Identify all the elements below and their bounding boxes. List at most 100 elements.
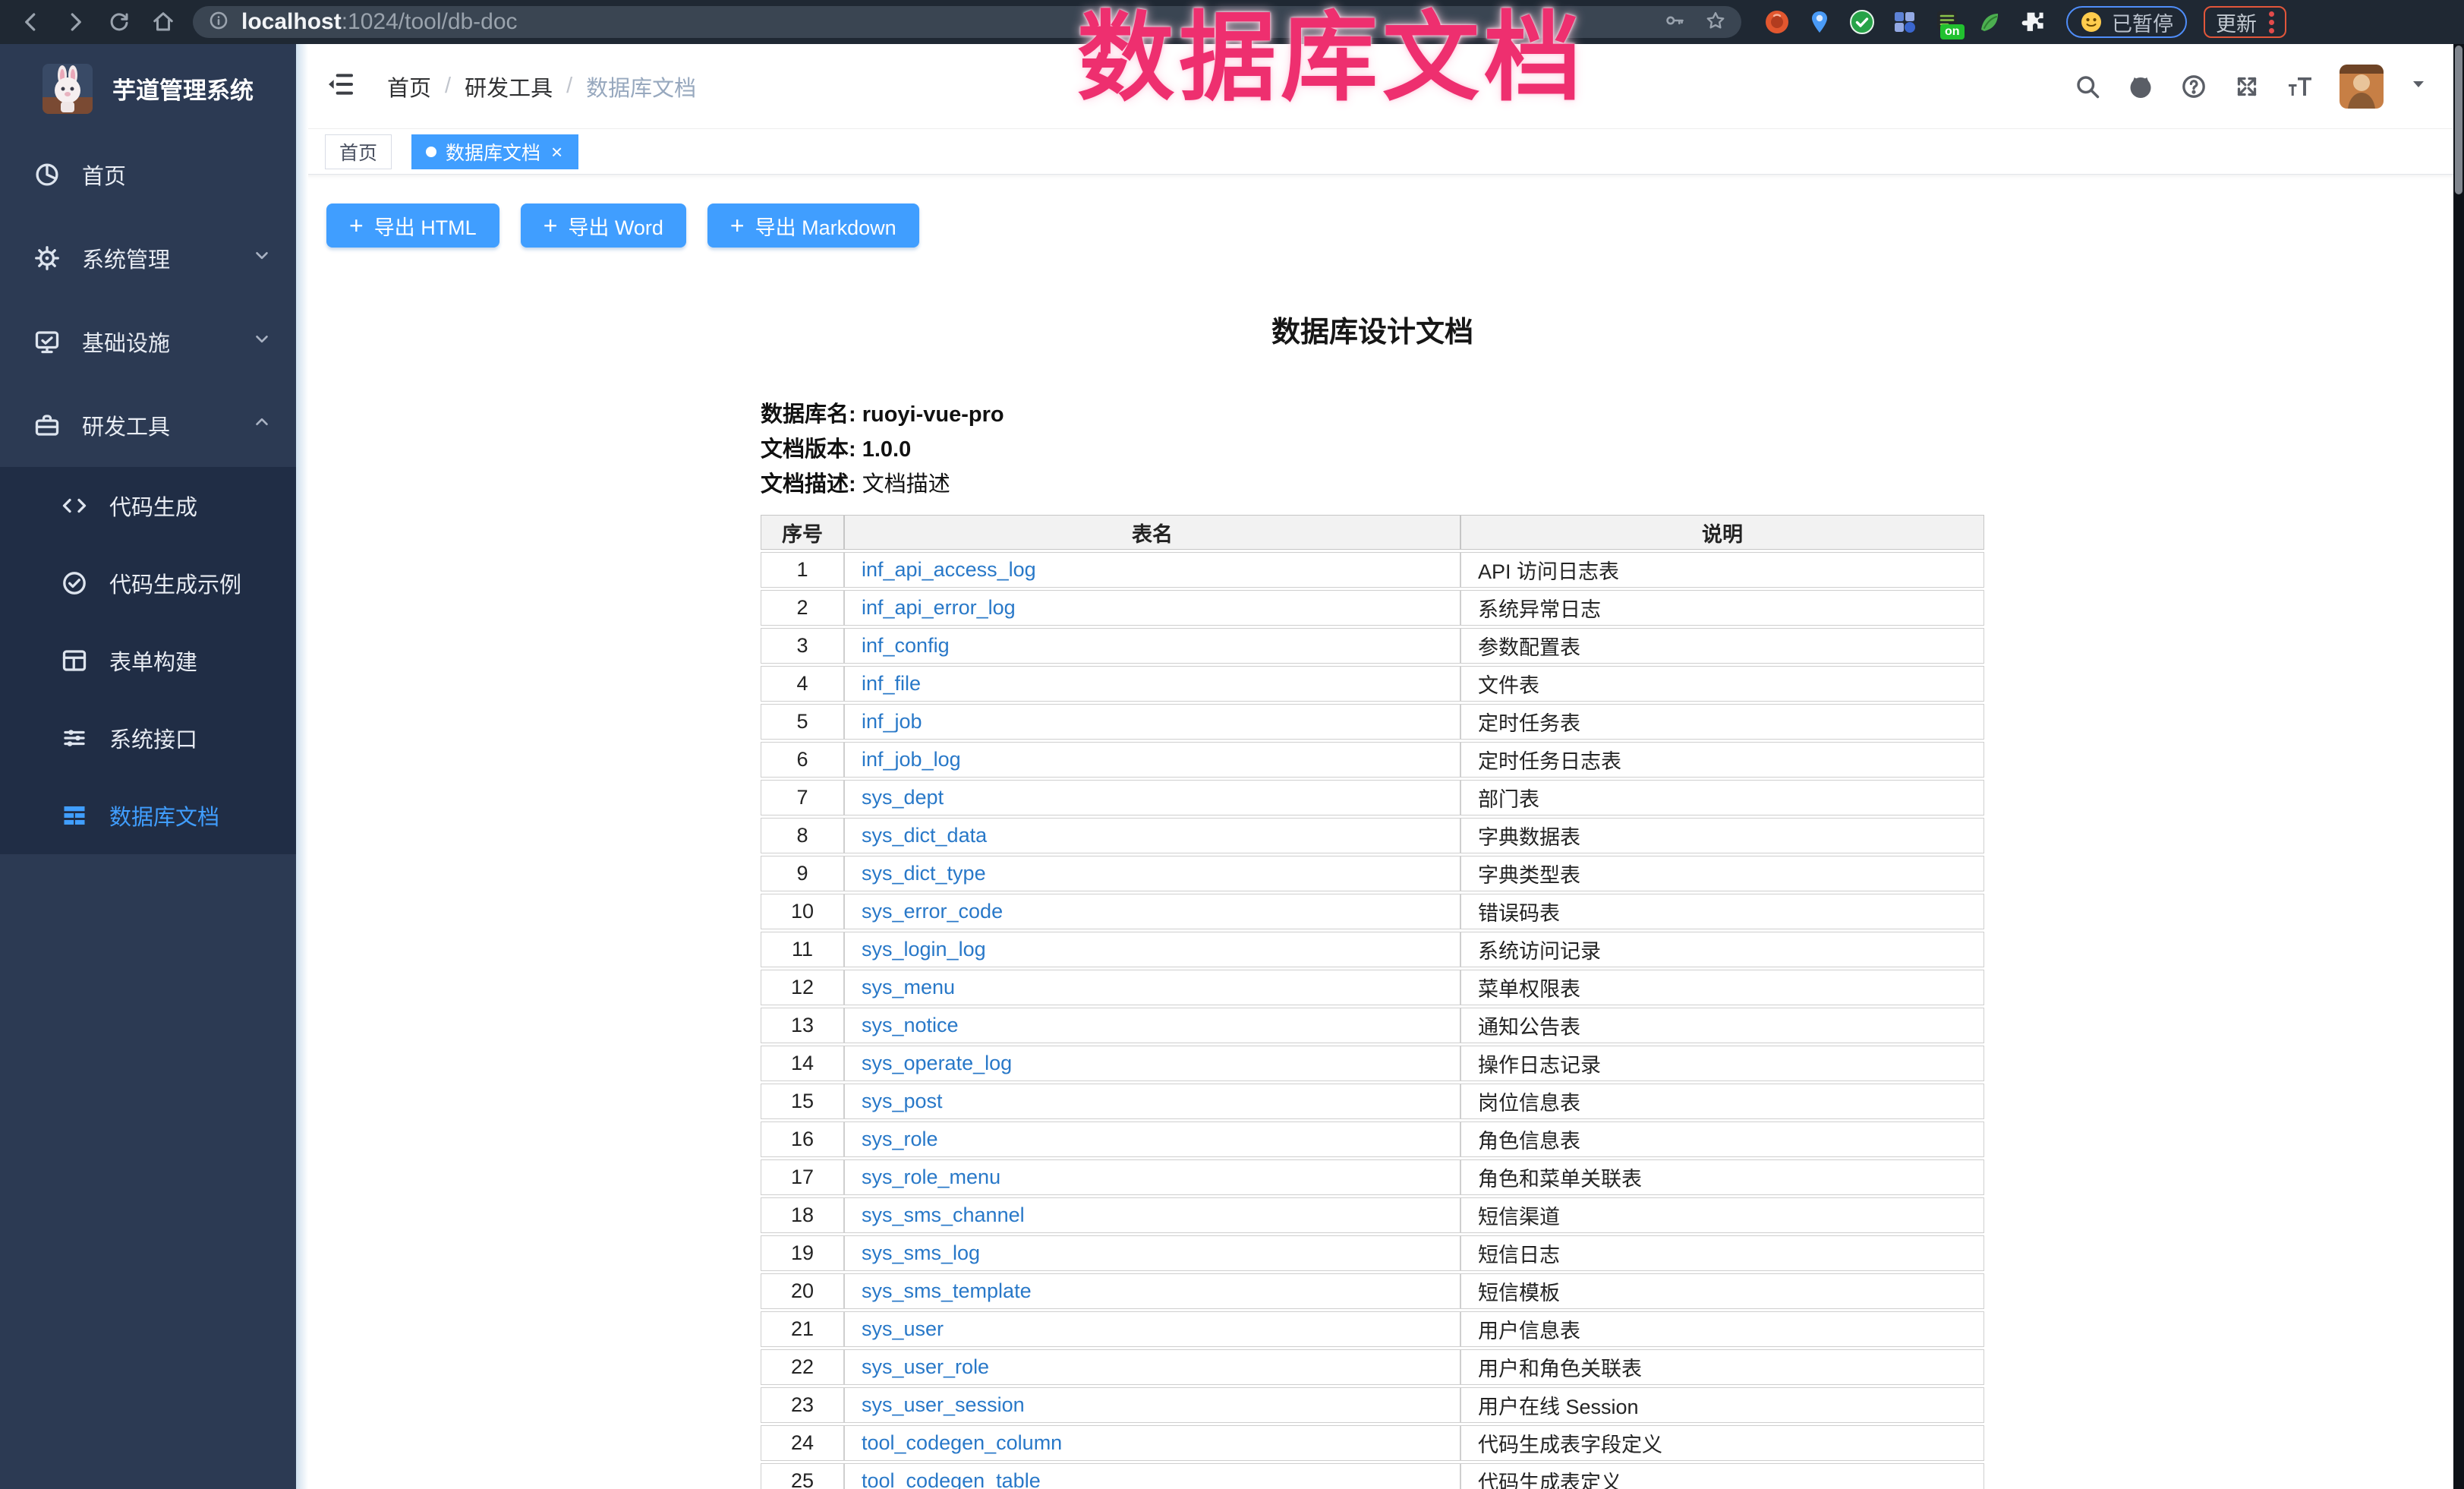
sidebar-item-代码生成示例[interactable]: 代码生成示例 [0,544,296,622]
table-link-sys_sms_template[interactable]: sys_sms_template [862,1279,1032,1302]
grid-extension-icon[interactable] [1892,9,1917,35]
table-link-sys_dict_data[interactable]: sys_dict_data [862,824,987,847]
table-name-cell: sys_operate_log [844,1046,1460,1081]
chevron-down-icon [252,245,272,271]
example-icon [61,569,88,597]
home-button[interactable] [141,4,185,40]
table-link-tool_codegen_table[interactable]: tool_codegen_table [862,1469,1041,1489]
table-link-sys_dict_type[interactable]: sys_dict_type [862,862,986,885]
sidebar-item-基础设施[interactable]: 基础设施 [0,300,296,383]
user-menu-caret-icon[interactable] [2409,75,2428,97]
row-number: 2 [761,590,844,626]
breadcrumb-item-研发工具[interactable]: 研发工具 [465,71,553,103]
sidebar-item-代码生成[interactable]: 代码生成 [0,467,296,544]
export-button-导出 Markdown[interactable]: +导出 Markdown [707,203,919,248]
page-scrollbar[interactable] [2453,44,2464,1489]
table-description-cell: 用户信息表 [1460,1311,1984,1347]
table-link-sys_role[interactable]: sys_role [862,1128,938,1150]
table-link-sys_user_session[interactable]: sys_user_session [862,1393,1025,1416]
update-browser-button[interactable]: 更新 [2204,6,2286,38]
table-link-sys_sms_log[interactable]: sys_sms_log [862,1241,980,1264]
collapse-sidebar-icon[interactable] [325,69,355,103]
avatar[interactable] [2340,65,2384,109]
back-button[interactable] [9,4,53,40]
table-description-cell: 文件表 [1460,666,1984,702]
table-link-inf_job[interactable]: inf_job [862,710,922,733]
table-link-sys_post[interactable]: sys_post [862,1090,943,1112]
password-key-icon[interactable] [1664,10,1685,35]
font-size-icon[interactable] [2286,73,2314,100]
table-row: 5inf_job定时任务表 [761,704,1984,740]
scrollbar-thumb[interactable] [2455,46,2462,194]
github-icon[interactable] [2127,73,2154,100]
pin-extension-icon[interactable] [1807,9,1832,35]
tag-首页[interactable]: 首页 [325,134,392,169]
table-link-sys_user_role[interactable]: sys_user_role [862,1355,989,1378]
column-header-表名: 表名 [844,515,1460,550]
table-link-sys_login_log[interactable]: sys_login_log [862,938,986,961]
table-row: 22sys_user_role用户和角色关联表 [761,1349,1984,1385]
table-link-inf_file[interactable]: inf_file [862,672,921,695]
table-row: 21sys_user用户信息表 [761,1311,1984,1347]
table-link-sys_sms_channel[interactable]: sys_sms_channel [862,1204,1025,1226]
table-link-inf_job_log[interactable]: inf_job_log [862,748,961,771]
row-number: 3 [761,628,844,664]
sidebar-item-首页[interactable]: 首页 [0,133,296,216]
table-link-sys_operate_log[interactable]: sys_operate_log [862,1052,1012,1074]
browser-menu-icon[interactable] [2269,11,2274,33]
sidebar-item-表单构建[interactable]: 表单构建 [0,622,296,699]
meta-label: 文档版本: [761,437,862,462]
export-button-label: 导出 Markdown [755,211,896,241]
row-number: 23 [761,1387,844,1423]
table-link-sys_role_menu[interactable]: sys_role_menu [862,1166,1000,1188]
table-description-cell: 定时任务日志表 [1460,742,1984,778]
table-row: 12sys_menu菜单权限表 [761,970,1984,1005]
sidebar-item-研发工具[interactable]: 研发工具 [0,383,296,467]
tag-数据库文档[interactable]: 数据库文档× [411,134,578,169]
table-name-cell: tool_codegen_column [844,1425,1460,1461]
green-check-extension-icon[interactable] [1849,9,1875,35]
table-name-cell: tool_codegen_table [844,1463,1460,1489]
sidebar-item-label: 表单构建 [109,645,197,677]
table-link-sys_notice[interactable]: sys_notice [862,1014,959,1036]
table-name-cell: sys_sms_template [844,1273,1460,1309]
sidebar-item-系统接口[interactable]: 系统接口 [0,699,296,777]
reload-button[interactable] [97,4,141,40]
table-link-sys_user[interactable]: sys_user [862,1317,944,1340]
table-link-inf_config[interactable]: inf_config [862,634,950,657]
table-link-sys_error_code[interactable]: sys_error_code [862,900,1003,923]
code-icon [61,492,88,519]
table-row: 10sys_error_code错误码表 [761,894,1984,929]
table-link-inf_api_access_log[interactable]: inf_api_access_log [862,558,1036,581]
paused-extension-chip[interactable]: 已暂停 [2066,6,2187,38]
help-icon[interactable] [2180,73,2207,100]
table-link-inf_api_error_log[interactable]: inf_api_error_log [862,596,1016,619]
table-header-row: 序号表名说明 [761,515,1984,550]
tools-icon [33,412,61,439]
table-row: 23sys_user_session用户在线 Session [761,1387,1984,1423]
search-icon[interactable] [2074,73,2101,100]
close-tag-icon[interactable]: × [550,142,564,162]
site-info-icon[interactable] [208,10,229,35]
pomodoro-extension-icon[interactable] [1764,9,1790,35]
proxy-extension-icon[interactable]: on [1934,9,1960,35]
forward-button[interactable] [53,4,97,40]
sidebar-item-数据库文档[interactable]: 数据库文档 [0,777,296,854]
export-button-导出 HTML[interactable]: +导出 HTML [326,203,499,248]
breadcrumb-item-首页[interactable]: 首页 [387,71,431,103]
table-name-cell: sys_post [844,1084,1460,1119]
leaf-extension-icon[interactable] [1977,9,2002,35]
table-link-sys_dept[interactable]: sys_dept [862,786,944,809]
bookmark-star-icon[interactable] [1705,10,1726,35]
fullscreen-icon[interactable] [2233,73,2261,100]
submenu-研发工具: 代码生成代码生成示例表单构建系统接口数据库文档 [0,467,296,854]
url-bar[interactable]: localhost:1024/tool/db-doc [193,6,1741,38]
export-button-导出 Word[interactable]: +导出 Word [521,203,686,248]
table-link-sys_menu[interactable]: sys_menu [862,976,955,998]
app-logo[interactable]: 芋道管理系统 [0,44,296,133]
sidebar-item-系统管理[interactable]: 系统管理 [0,216,296,300]
table-link-tool_codegen_column[interactable]: tool_codegen_column [862,1431,1062,1454]
meta-value: ruoyi-vue-pro [862,402,1004,427]
table-description-cell: 菜单权限表 [1460,970,1984,1005]
puzzle-extensions-icon[interactable] [2019,9,2045,35]
